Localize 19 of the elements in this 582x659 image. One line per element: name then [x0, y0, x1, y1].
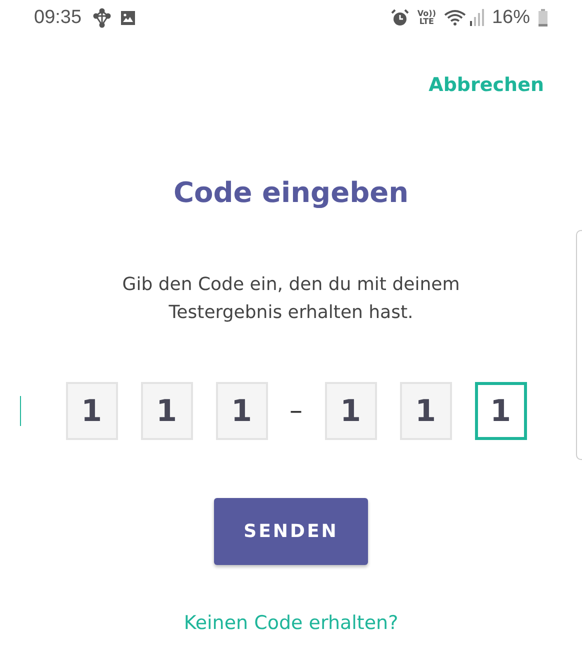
code-digit-field[interactable]: 1	[324, 382, 376, 440]
clock-time: 09:35	[34, 7, 82, 29]
wifi-signal-icon	[444, 9, 484, 27]
battery-icon	[538, 9, 548, 27]
network-nodes-icon	[92, 8, 112, 28]
code-digit-field[interactable]: 1	[400, 382, 452, 440]
text-cursor	[20, 396, 21, 426]
battery-percentage: 16%	[492, 7, 530, 29]
code-digit-field[interactable]: 1	[474, 382, 526, 440]
instruction-text: Gib den Code ein, den du mit deinem Testergebnis erhalten hast.	[121, 273, 461, 325]
code-digit-field[interactable]: 1	[140, 382, 192, 440]
volte-indicator: Vo)) LTE	[417, 10, 436, 26]
page-title: Code eingeben	[172, 176, 410, 209]
code-digit-field[interactable]: 1	[66, 382, 118, 440]
alarm-clock-icon	[391, 9, 410, 27]
separator-dash: –	[290, 396, 302, 426]
image-icon	[120, 10, 136, 26]
code-digit-field[interactable]: 1	[216, 382, 268, 440]
send-button[interactable]: SENDEN	[214, 498, 368, 565]
